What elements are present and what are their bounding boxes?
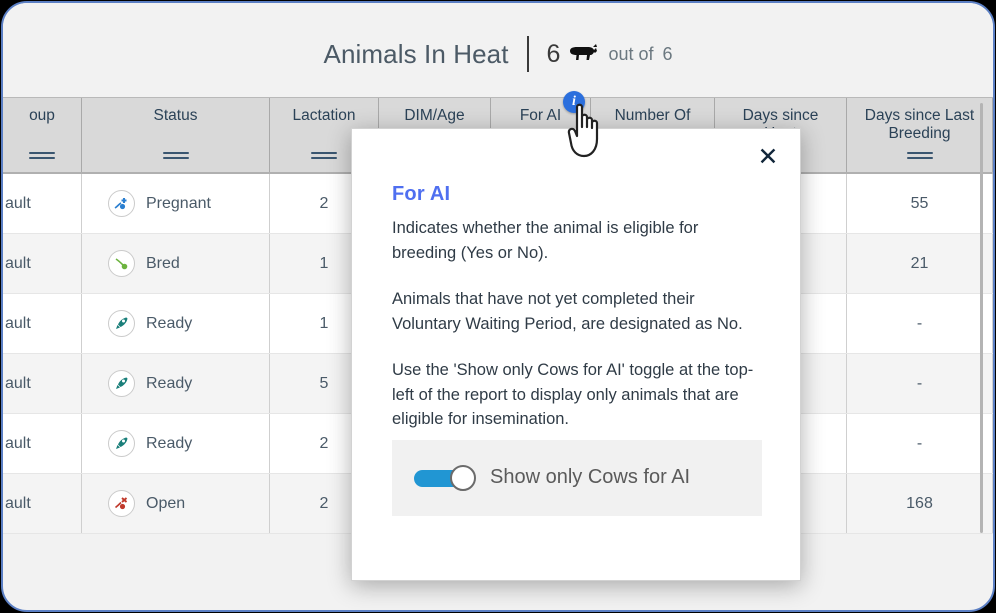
info-icon[interactable]: i: [563, 91, 585, 113]
cell-status: Ready: [82, 354, 270, 413]
cell-days-since-last-breeding: -: [847, 294, 993, 353]
sort-indicator-icon[interactable]: [29, 152, 55, 162]
column-header-label: DIM/Age: [404, 107, 465, 124]
cell-group: ault: [3, 354, 82, 413]
cell-value: -: [916, 374, 923, 392]
column-header-label: Number Of: [614, 107, 691, 124]
toggle-label: Show only Cows for AI: [490, 466, 691, 488]
out-of-label: out of: [608, 43, 654, 64]
cell-value: -: [916, 434, 923, 452]
page-title: Animals In Heat: [323, 38, 509, 69]
title-divider: [526, 36, 529, 72]
column-header-label: Days since Last Breeding: [864, 107, 975, 142]
column-header-label: oup: [29, 107, 55, 124]
column-header-days-since-last-breeding[interactable]: Days since Last Breeding: [847, 98, 993, 172]
sort-indicator-icon[interactable]: [906, 152, 933, 162]
cell-group: ault: [3, 174, 82, 233]
toggle-illustration: Show only Cows for AI: [392, 439, 762, 516]
title-group: Animals In Heat 6 out of 6: [324, 36, 673, 72]
cell-value: 21: [910, 254, 929, 272]
sort-indicator-icon[interactable]: [162, 152, 189, 162]
cell-value: ault: [5, 254, 31, 272]
cell-status: Ready: [82, 294, 270, 353]
cell-value: 2: [319, 194, 329, 212]
cell-group: ault: [3, 414, 82, 473]
ready-icon: [108, 430, 135, 457]
cell-value: 2: [319, 434, 329, 452]
info-glyph: i: [572, 94, 576, 109]
cell-value: ault: [5, 194, 31, 212]
column-header-label: Lactation: [292, 107, 356, 124]
cell-value: ault: [5, 374, 31, 392]
show-only-cows-for-ai-toggle[interactable]: [414, 464, 478, 491]
cell-value: ault: [5, 434, 31, 452]
cell-value: Bred: [146, 254, 180, 272]
cell-value: 1: [319, 314, 329, 332]
modal-paragraph-3: Use the 'Show only Cows for AI' toggle a…: [392, 361, 754, 428]
pregnant-icon: [108, 190, 135, 217]
cell-group: ault: [3, 234, 82, 293]
sort-indicator-icon[interactable]: [311, 152, 337, 162]
modal-paragraph-2: Animals that have not yet completed thei…: [392, 290, 743, 333]
cell-value: ault: [5, 494, 31, 512]
cell-group: ault: [3, 294, 82, 353]
app-frame: Animals In Heat 6 out of 6 oup Status La…: [1, 1, 995, 612]
cell-days-since-last-breeding: -: [847, 414, 993, 473]
cell-group: ault: [3, 474, 82, 533]
modal-title: For AI: [392, 183, 451, 205]
cell-status: Bred: [82, 234, 270, 293]
cell-days-since-last-breeding: 21: [847, 234, 993, 293]
ready-icon: [108, 370, 135, 397]
cell-value: 2: [319, 494, 329, 512]
bred-icon: [108, 250, 135, 277]
cell-status: Open: [82, 474, 270, 533]
vertical-scrollbar[interactable]: [980, 103, 983, 533]
cell-value: Pregnant: [146, 194, 211, 212]
modal-paragraph-1: Indicates whether the animal is eligible…: [392, 219, 699, 262]
cell-value: 5: [319, 374, 329, 392]
cell-days-since-last-breeding: 168: [847, 474, 993, 533]
cell-value: -: [916, 314, 923, 332]
cell-value: 168: [906, 494, 933, 512]
cell-value: Ready: [146, 434, 193, 452]
cell-value: Open: [146, 494, 186, 512]
close-icon[interactable]: ✕: [754, 143, 782, 171]
column-header-status[interactable]: Status: [82, 98, 270, 172]
total-count: 6: [662, 43, 673, 64]
cow-icon: [568, 42, 598, 67]
column-header-group[interactable]: oup: [3, 98, 82, 172]
cell-status: Pregnant: [82, 174, 270, 233]
cell-status: Ready: [82, 414, 270, 473]
cell-value: 1: [319, 254, 329, 272]
toggle-knob: [450, 464, 476, 491]
modal-body: For AI Indicates whether the animal is e…: [352, 129, 800, 516]
animal-count: 6: [546, 39, 561, 68]
close-glyph: ✕: [757, 142, 779, 171]
report-title-bar: Animals In Heat 6 out of 6: [3, 3, 993, 97]
open-icon: [108, 490, 135, 517]
cell-days-since-last-breeding: -: [847, 354, 993, 413]
cell-value: Ready: [146, 314, 193, 332]
cell-value: Ready: [146, 374, 193, 392]
info-modal: ✕ For AI Indicates whether the animal is…: [351, 128, 801, 581]
column-header-label: For AI: [519, 107, 562, 124]
cell-days-since-last-breeding: 55: [847, 174, 993, 233]
cell-value: 55: [910, 194, 929, 212]
column-header-label: Status: [153, 107, 198, 124]
cell-value: ault: [5, 314, 31, 332]
ready-icon: [108, 310, 135, 337]
